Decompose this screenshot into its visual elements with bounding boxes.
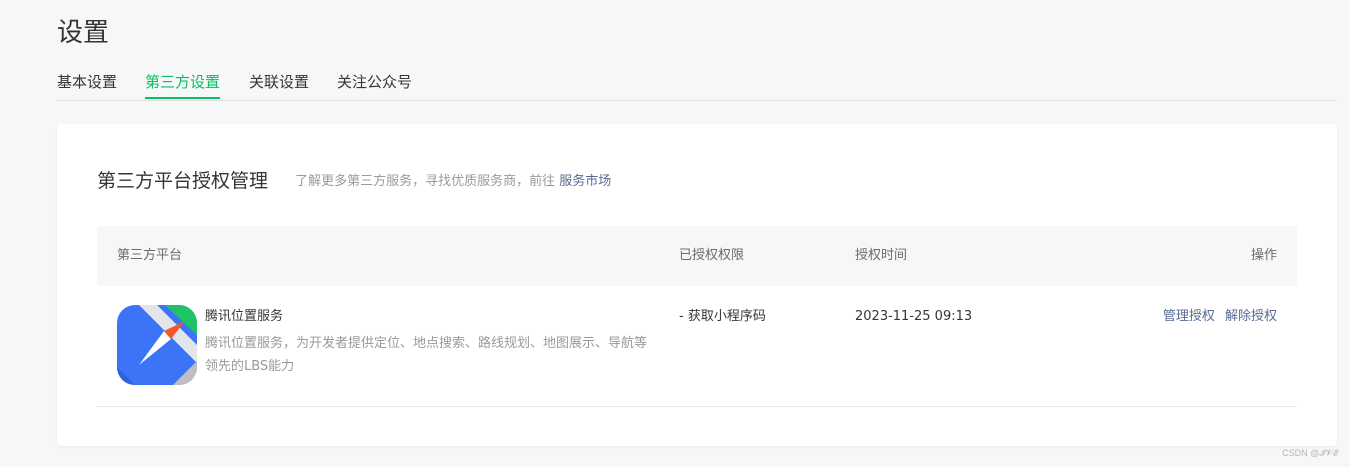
- tab-basic-settings[interactable]: 基本设置: [57, 70, 117, 94]
- page-title: 设置: [57, 18, 110, 48]
- permission-item: - 获取小程序码: [679, 309, 766, 324]
- card-description: 了解更多第三方服务，寻找优质服务商，前往 服务市场: [295, 170, 611, 189]
- watermark: CSDN @𝓘𝓥𝓔: [1282, 448, 1338, 458]
- card-description-text: 了解更多第三方服务，寻找优质服务商，前往: [295, 174, 556, 189]
- tab-third-party-settings[interactable]: 第三方设置: [145, 70, 221, 99]
- tencent-location-icon: [117, 305, 197, 385]
- auth-time: 2023-11-25 09:13: [855, 309, 973, 324]
- revoke-authorization-link[interactable]: 解除授权: [1225, 309, 1277, 324]
- service-market-link[interactable]: 服务市场: [559, 174, 611, 189]
- column-header-permissions: 已授权权限: [679, 248, 745, 263]
- card-header: 第三方平台授权管理 了解更多第三方服务，寻找优质服务商，前往 服务市场: [97, 166, 611, 193]
- row-actions: 管理授权 解除授权: [1157, 307, 1277, 327]
- card-title: 第三方平台授权管理: [97, 170, 269, 192]
- table-row: 腾讯位置服务 腾讯位置服务，为开发者提供定位、地点搜索、路线规划、地图展示、导航…: [97, 286, 1297, 407]
- app-description: 腾讯位置服务，为开发者提供定位、地点搜索、路线规划、地图展示、导航等领先的LBS…: [205, 336, 648, 374]
- column-header-platform: 第三方平台: [117, 248, 183, 263]
- manage-authorization-link[interactable]: 管理授权: [1163, 309, 1215, 324]
- column-header-auth-time: 授权时间: [855, 248, 908, 263]
- tab-follow-official-account[interactable]: 关注公众号: [337, 70, 412, 94]
- table-header: 第三方平台 已授权权限 授权时间 操作: [97, 226, 1297, 286]
- third-party-auth-card: 第三方平台授权管理 了解更多第三方服务，寻找优质服务商，前往 服务市场 第三方平…: [57, 124, 1337, 446]
- tab-related-settings[interactable]: 关联设置: [249, 70, 309, 94]
- settings-tabs: 基本设置 第三方设置 关联设置 关注公众号: [57, 70, 1337, 101]
- column-header-actions: 操作: [1250, 248, 1277, 263]
- app-name: 腾讯位置服务: [205, 309, 284, 324]
